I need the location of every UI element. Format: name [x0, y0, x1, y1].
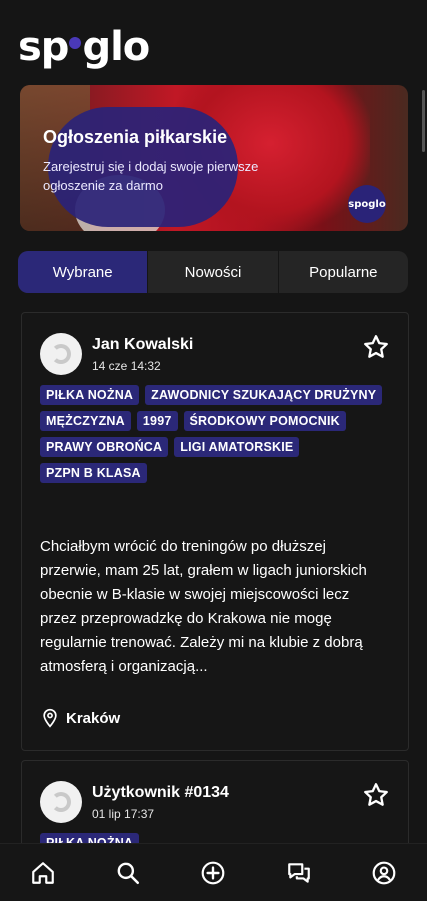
banner-badge-text: spoglo — [348, 198, 386, 210]
post-date: 14 cze 14:32 — [92, 359, 161, 373]
tag[interactable]: LIGI AMATORSKIE — [174, 437, 300, 457]
app-logo[interactable]: sp glo — [18, 22, 150, 72]
tab-wybrane[interactable]: Wybrane — [18, 251, 149, 293]
location-pin-icon — [43, 708, 57, 728]
banner-title: Ogłoszenia piłkarskie — [43, 127, 228, 147]
tag[interactable]: ZAWODNICY SZUKAJĄCY DRUŻYNY — [145, 385, 383, 405]
post-author[interactable]: Użytkownik #0134 — [92, 784, 229, 802]
tab-nowosci[interactable]: Nowości — [148, 251, 279, 293]
avatar[interactable] — [40, 333, 82, 375]
location-label: Kraków — [66, 709, 121, 727]
profile-icon[interactable] — [370, 859, 398, 887]
home-icon[interactable] — [29, 859, 57, 887]
bottom-navigation — [0, 843, 427, 901]
add-icon[interactable] — [199, 859, 227, 887]
post-location: Kraków — [40, 708, 120, 728]
banner-subtitle: Zarejestruj się i dodaj swoje pierwsze o… — [43, 159, 259, 193]
logo-text-end: glo — [82, 24, 150, 70]
tag[interactable]: PIŁKA NOŻNA — [40, 385, 140, 405]
banner-logo-badge: spoglo — [348, 185, 386, 223]
post-author[interactable]: Jan Kowalski — [92, 336, 193, 354]
avatar-placeholder-icon — [51, 344, 71, 364]
search-icon[interactable] — [114, 859, 142, 887]
scrollbar[interactable] — [422, 90, 425, 152]
post-card[interactable]: Jan Kowalski 14 cze 14:32 PIŁKA NOŻNA ZA… — [21, 312, 409, 751]
favorite-star-icon[interactable] — [362, 333, 390, 361]
avatar-placeholder-icon — [51, 792, 71, 812]
tag[interactable]: PRAWY OBROŃCA — [40, 437, 169, 457]
tag[interactable]: ŚRODKOWY POMOCNIK — [183, 411, 346, 431]
avatar[interactable] — [40, 781, 82, 823]
logo-dot — [69, 37, 82, 49]
tab-popularne[interactable]: Popularne — [279, 251, 408, 293]
logo-text-start: sp — [18, 24, 69, 70]
tag[interactable]: 1997 — [136, 411, 178, 431]
tag[interactable]: MĘŻCZYZNA — [40, 411, 131, 431]
tag[interactable]: PZPN B KLASA — [40, 463, 147, 483]
post-tags: PIŁKA NOŻNA ZAWODNICY SZUKAJĄCY DRUŻYNY … — [40, 385, 390, 483]
favorite-star-icon[interactable] — [362, 781, 390, 809]
post-description: Chciałbym wrócić do treningów po dłuższe… — [40, 538, 367, 675]
feed-tabs: Wybrane Nowości Popularne — [18, 251, 408, 293]
chat-icon[interactable] — [285, 859, 313, 887]
post-date: 01 lip 17:37 — [92, 807, 155, 821]
